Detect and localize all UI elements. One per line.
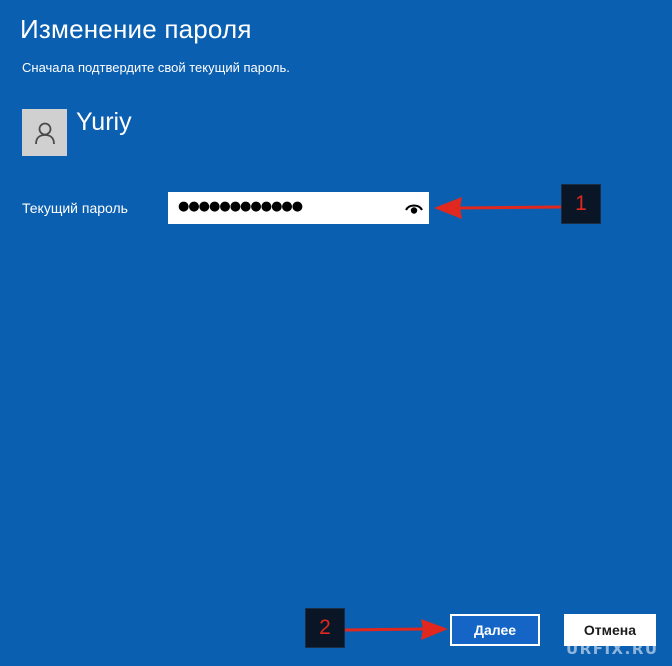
callout-arrow-2 [344,619,448,640]
account-username: Yuriy [76,108,132,136]
callout-badge-2: 2 [305,608,345,648]
dialog-title: Изменение пароля [20,14,252,44]
current-password-field[interactable]: ●●●●●●●●●●●● [168,192,429,224]
site-watermark: URFIX.RU [566,640,659,658]
next-button[interactable]: Далее [450,614,540,646]
callout-arrow-1 [434,197,562,219]
avatar [22,109,67,156]
callout-badge-1: 1 [561,184,601,224]
current-password-label: Текущий пароль [22,200,128,216]
current-password-value: ●●●●●●●●●●●● [178,199,303,214]
dialog-subtitle: Сначала подтвердите свой текущий пароль. [22,60,290,75]
user-silhouette-icon [34,122,55,144]
eye-icon[interactable] [405,200,423,216]
